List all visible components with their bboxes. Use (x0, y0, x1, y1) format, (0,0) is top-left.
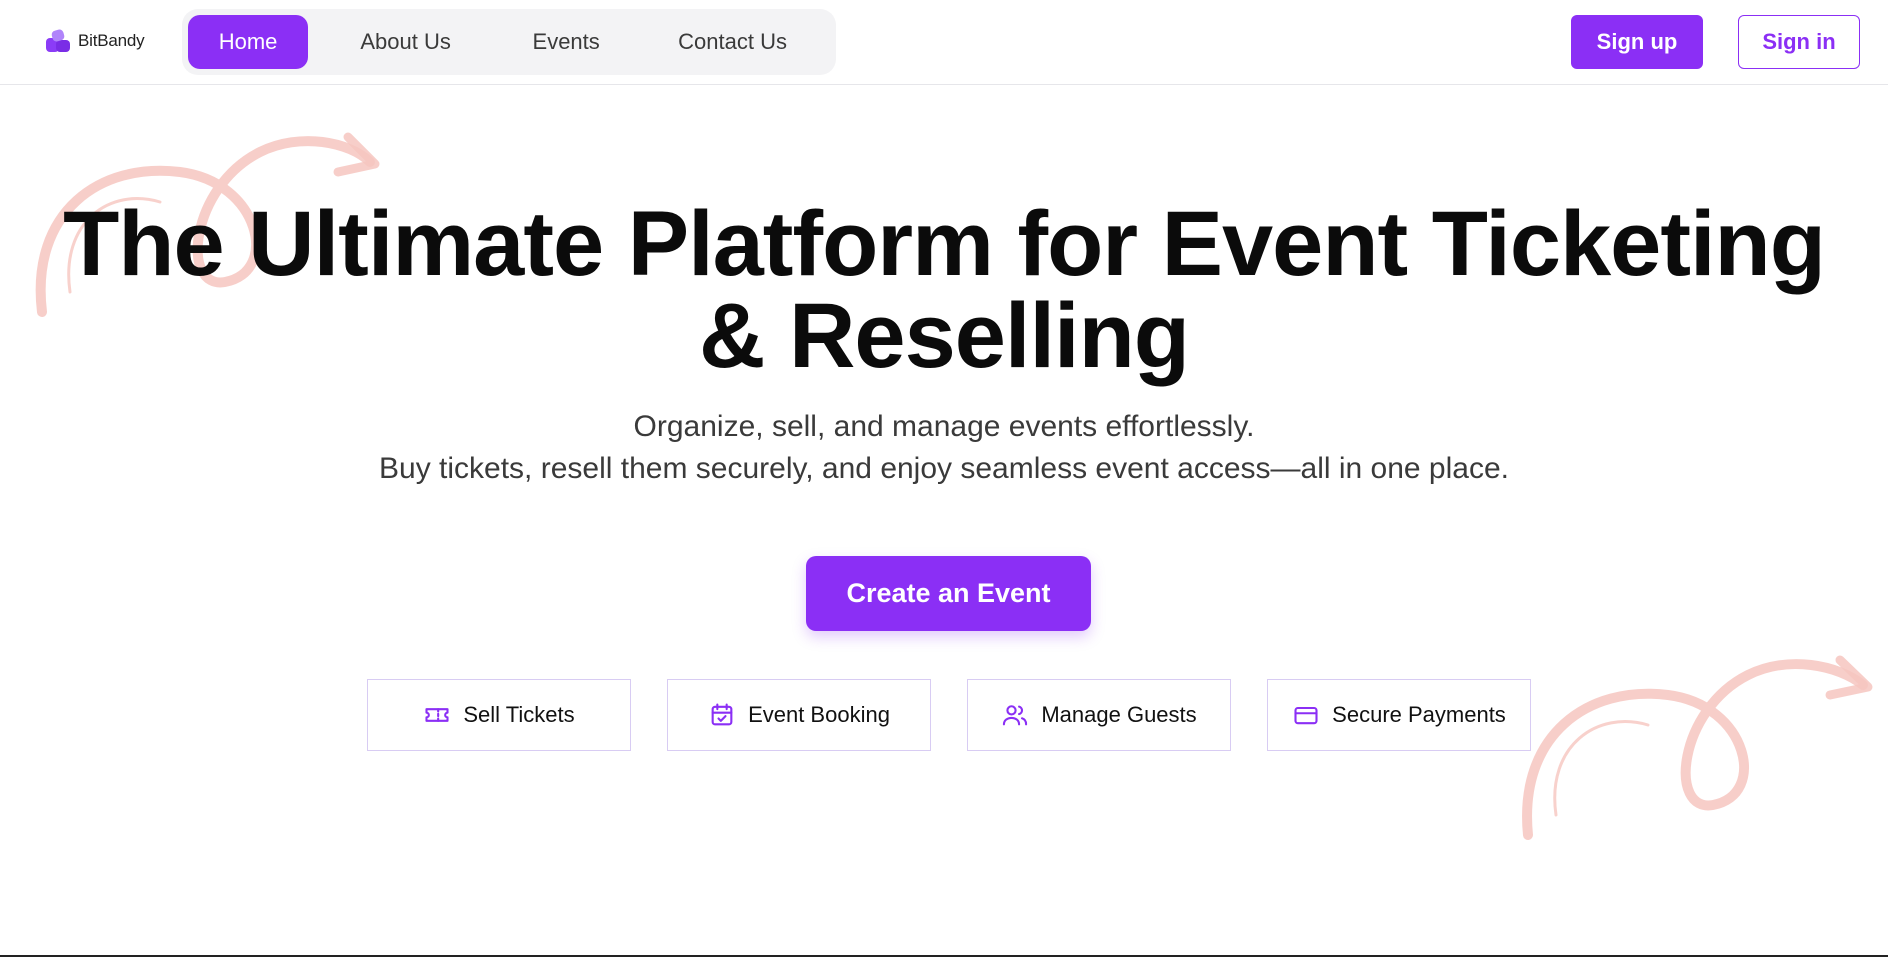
feature-sell-tickets[interactable]: Sell Tickets (367, 679, 631, 751)
feature-secure-payments[interactable]: Secure Payments (1267, 679, 1531, 751)
ticket-icon (425, 708, 449, 722)
signin-button[interactable]: Sign in (1738, 15, 1860, 69)
brand-name: BitBandy (78, 31, 145, 50)
feature-label: Secure Payments (1332, 702, 1506, 727)
top-navbar: BitBandy Home About Us Events Contact Us… (0, 0, 1888, 85)
feature-manage-guests[interactable]: Manage Guests (967, 679, 1231, 751)
credit-card-icon (1294, 706, 1318, 725)
hero-subtitle-line-2: Buy tickets, resell them securely, and e… (379, 452, 1509, 485)
logo-blocks-icon (46, 28, 72, 54)
signup-button[interactable]: Sign up (1571, 15, 1703, 69)
nav-events[interactable]: Events (503, 15, 629, 69)
feature-label: Manage Guests (1041, 702, 1197, 727)
feature-label: Event Booking (748, 702, 890, 727)
calendar-check-icon (711, 703, 733, 726)
hero-title-line-2: & Reselling (698, 285, 1190, 387)
nav-home[interactable]: Home (188, 15, 309, 69)
create-event-button[interactable]: Create an Event (806, 556, 1091, 631)
decorative-swirl-arrow-bottom-right (1522, 655, 1873, 840)
hero-title: The Ultimate Platform for Event Ticketin… (0, 198, 1888, 382)
brand-logo[interactable]: BitBandy (46, 28, 145, 54)
feature-event-booking[interactable]: Event Booking (667, 679, 931, 751)
users-icon (1003, 705, 1028, 726)
feature-list: Sell Tickets Event Booking Manage Guests… (367, 679, 1531, 751)
hero-subtitle-line-1: Organize, sell, and manage events effort… (633, 410, 1255, 443)
feature-label: Sell Tickets (463, 702, 575, 727)
hero-title-line-1: The Ultimate Platform for Event Ticketin… (63, 193, 1826, 295)
nav-about-us[interactable]: About Us (308, 15, 503, 69)
nav-contact-us[interactable]: Contact Us (629, 15, 836, 69)
main-nav: Home About Us Events Contact Us (182, 9, 836, 75)
